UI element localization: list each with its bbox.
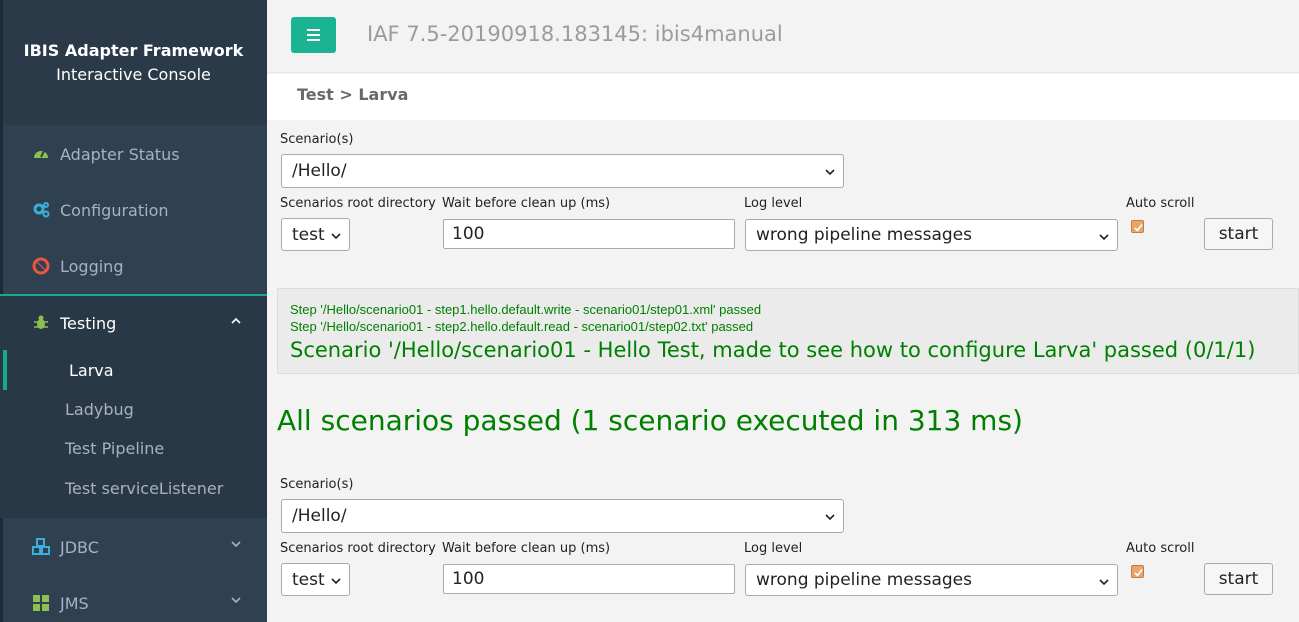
scenario-result: Scenario '/Hello/scenario01 - Hello Test… [290,338,1256,362]
log-level-label: Log level [744,541,803,556]
sidebar-item-label: Logging [60,256,124,276]
chevron-down-icon [231,597,241,604]
chevron-down-icon [825,514,835,521]
sidebar-item-adapter-status[interactable]: Adapter Status [0,126,267,182]
bug-icon [34,315,48,329]
hamburger-icon [307,29,320,31]
root-dir-label: Scenarios root directory [280,196,436,211]
chevron-up-icon [231,317,241,324]
active-marker [3,350,7,390]
top-bar: IAF 7.5-20190918.183145: ibis4manual [267,0,1299,73]
chevron-down-icon [331,578,341,585]
sidebar-item-jdbc[interactable]: JDBC [0,519,267,575]
auto-scroll-label: Auto scroll [1126,196,1195,211]
sidebar-item-label: Configuration [60,200,169,220]
sidebar-item-configuration[interactable]: Configuration [0,182,267,238]
wait-label: Wait before clean up (ms) [442,541,611,556]
sidebar-item-label: JDBC [60,537,99,557]
log-level-value: wrong pipeline messages [756,570,972,590]
sidebar-subitem-ladybug[interactable]: Ladybug [65,400,134,419]
sidebar-item-logging[interactable]: Logging [0,238,267,294]
checkmark-icon [1134,569,1143,577]
start-button[interactable]: start [1204,563,1273,595]
root-dir-select[interactable]: test [281,563,350,596]
wait-input[interactable]: 100 [443,564,735,594]
sidebar-subitem-test-servicelistener[interactable]: Test serviceListener [65,479,223,498]
chevron-down-icon [331,233,341,240]
cogs-icon [33,202,50,218]
log-level-value: wrong pipeline messages [756,225,972,245]
checkmark-icon [1134,224,1143,232]
sidebar-item-label: Adapter Status [60,144,180,164]
chevron-down-icon [1099,234,1109,241]
sidebar-item-jms[interactable]: JMS [0,575,267,622]
root-dir-select[interactable]: test [281,218,350,251]
auto-scroll-checkbox[interactable] [1131,220,1144,233]
log-level-label: Log level [744,196,803,211]
scenarios-value: /Hello/ [292,506,347,526]
sidebar-subitem-larva[interactable]: Larva [69,361,114,380]
sidebar-item-label: Testing [60,313,117,333]
tachometer-icon [34,150,48,158]
app-title: IAF 7.5-20190918.183145: ibis4manual [367,22,783,46]
auto-scroll-checkbox[interactable] [1131,565,1144,578]
step-result: Step '/Hello/scenario01 - step1.hello.de… [290,302,762,317]
scenarios-select[interactable]: /Hello/ [281,154,844,188]
hamburger-icon [307,39,320,41]
breadcrumb: Test > Larva [267,74,1299,120]
chevron-down-icon [825,169,835,176]
lifebuoy-icon [32,257,50,275]
step-result: Step '/Hello/scenario01 - step2.hello.de… [290,319,754,334]
sidebar-subitem-test-pipeline[interactable]: Test Pipeline [65,439,164,458]
results-panel: Step '/Hello/scenario01 - step1.hello.de… [277,288,1299,374]
chevron-down-icon [1099,579,1109,586]
root-dir-value: test [292,224,325,245]
root-dir-label: Scenarios root directory [280,541,436,556]
start-button[interactable]: start [1204,218,1273,250]
log-level-select[interactable]: wrong pipeline messages [745,219,1118,251]
brand-subtitle: Interactive Console [56,65,211,84]
brand: IBIS Adapter Framework Interactive Conso… [0,0,267,125]
brand-title: IBIS Adapter Framework [23,41,244,60]
log-level-select[interactable]: wrong pipeline messages [745,564,1118,596]
scenarios-label: Scenario(s) [280,132,354,147]
hamburger-icon [307,34,320,36]
chevron-down-icon [231,541,241,548]
root-dir-value: test [292,569,325,590]
wait-input[interactable]: 100 [443,219,735,249]
auto-scroll-label: Auto scroll [1126,541,1195,556]
scenarios-select[interactable]: /Hello/ [281,499,844,533]
cubes-icon [32,538,50,555]
scenarios-value: /Hello/ [292,161,347,181]
larva-form-top: Scenario(s) /Hello/ Scenarios root direc… [280,130,1290,251]
th-large-icon [33,595,49,611]
wait-label: Wait before clean up (ms) [442,196,611,211]
sidebar: IBIS Adapter Framework Interactive Conso… [0,0,267,622]
larva-form-bottom: Scenario(s) /Hello/ Scenarios root direc… [280,475,1290,596]
sidebar-item-testing[interactable]: Testing [0,294,267,350]
menu-toggle-button[interactable] [291,17,336,53]
sidebar-item-label: JMS [60,593,89,613]
scenarios-label: Scenario(s) [280,477,354,492]
summary-result: All scenarios passed (1 scenario execute… [277,404,1023,437]
